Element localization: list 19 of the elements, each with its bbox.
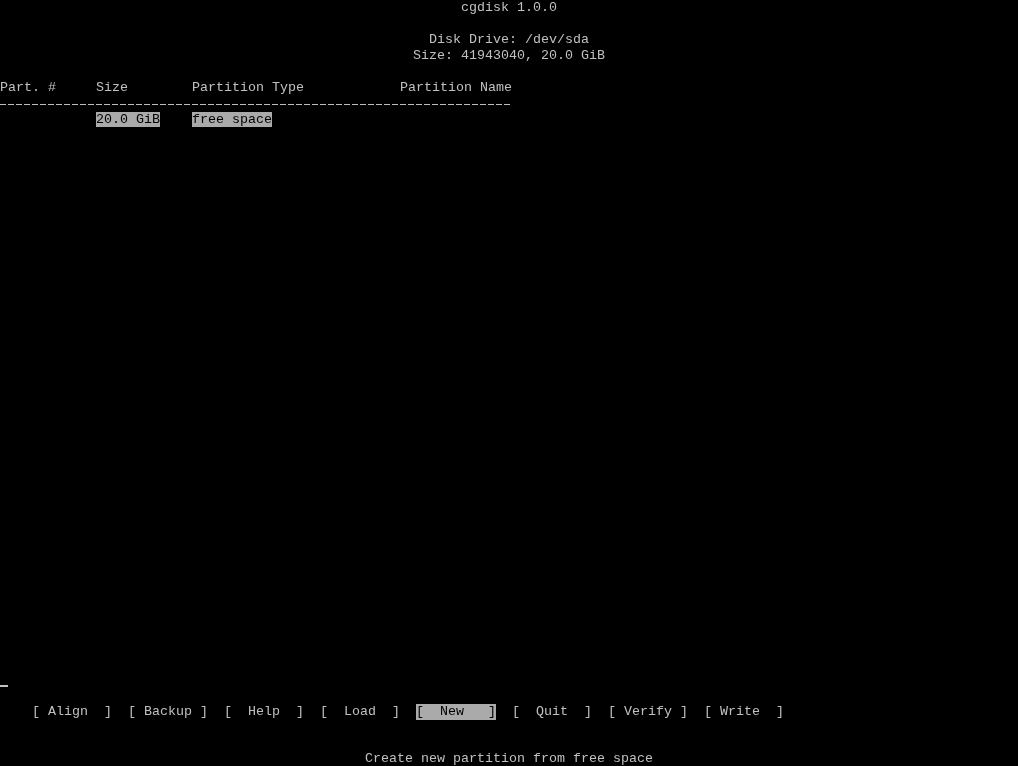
menu-button[interactable]: [ Load ] (320, 704, 400, 720)
disk-size-label: Size: 41943040, 20.0 GiB (413, 48, 605, 64)
app-title: cgdisk 1.0.0 (461, 0, 557, 16)
menu-button[interactable]: [ Backup ] (128, 704, 208, 720)
column-header: Size (96, 80, 128, 95)
menu-button[interactable]: [ Verify ] (608, 704, 688, 720)
column-header: Partition Name (400, 80, 512, 95)
size-cell[interactable]: 20.0 GiB (96, 112, 160, 127)
column-header: Partition Type (192, 80, 304, 95)
type-cell[interactable]: free space (192, 112, 272, 127)
column-header: Part. # (0, 80, 56, 95)
menu-button[interactable]: [ Write ] (704, 704, 784, 720)
menu-button[interactable]: [ New ] (416, 704, 496, 720)
status-message: Create new partition from free space (365, 752, 653, 766)
menu-button[interactable]: [ Quit ] (512, 704, 592, 720)
text-cursor-icon (0, 685, 8, 687)
disk-drive-label: Disk Drive: /dev/sda (429, 32, 589, 48)
menu-button[interactable]: [ Help ] (224, 704, 304, 720)
menu-button[interactable]: [ Align ] (32, 704, 112, 720)
